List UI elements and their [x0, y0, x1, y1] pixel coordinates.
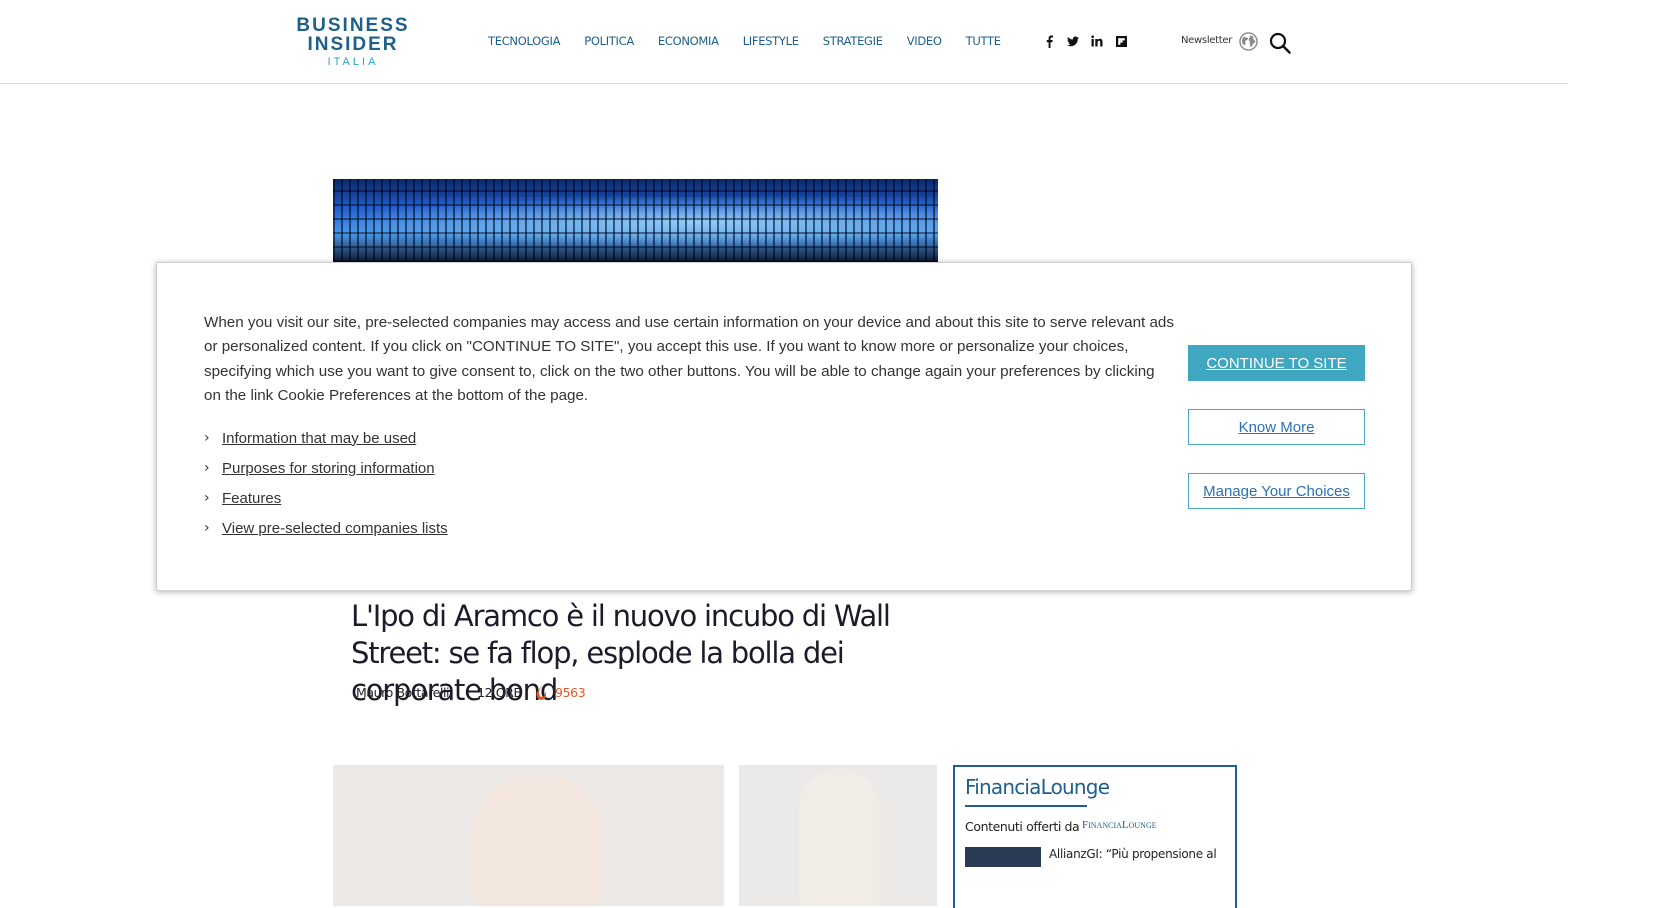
article-hero-image[interactable] [333, 179, 938, 262]
article-views: 9563 [555, 684, 586, 700]
chevron-right-icon: › [204, 430, 210, 446]
twitter-icon[interactable] [1067, 34, 1079, 48]
link-information-used[interactable]: Information that may be used [222, 430, 416, 447]
list-item[interactable]: › Information that may be used [204, 423, 448, 453]
related-article-card[interactable] [333, 765, 724, 906]
link-features[interactable]: Features [222, 490, 281, 507]
sponsored-box: FinanciaLounge Contenuti offerti da Fina… [953, 765, 1237, 908]
list-item[interactable]: › Features [204, 483, 448, 513]
article-author[interactable]: Mauro Bottarelli [356, 685, 450, 700]
social-links [1043, 34, 1127, 48]
manage-choices-button[interactable]: Manage Your Choices [1188, 473, 1365, 509]
link-companies-lists[interactable]: View pre-selected companies lists [222, 520, 448, 537]
logo-line-1: BUSINESS [296, 15, 410, 36]
chevron-right-icon: › [204, 490, 210, 506]
nav-item-tecnologia[interactable]: TECNOLOGIA [488, 34, 561, 48]
newsletter-link[interactable]: Newsletter [1181, 35, 1232, 46]
hero-led-grid [333, 179, 938, 262]
list-item[interactable]: › View pre-selected companies lists [204, 513, 448, 543]
related-article-card[interactable] [739, 765, 937, 906]
article-time: 12 ORE [477, 684, 522, 700]
flame-icon [536, 684, 547, 700]
nav-item-politica[interactable]: POLITICA [584, 34, 634, 48]
linkedin-icon[interactable] [1091, 34, 1103, 48]
consent-links: › Information that may be used › Purposes … [204, 423, 448, 543]
nav-item-lifestyle[interactable]: LIFESTYLE [743, 34, 799, 48]
globe-icon[interactable] [1239, 32, 1258, 51]
logo-line-2: INSIDER [307, 34, 399, 55]
card-image-person [799, 769, 879, 906]
link-purposes[interactable]: Purposes for storing information [222, 460, 435, 477]
cookie-consent-dialog: When you visit our site, pre-selected co… [156, 262, 1412, 591]
sponsored-thumbnail[interactable] [965, 847, 1041, 867]
card-image-person [473, 775, 603, 906]
nav-item-economia[interactable]: ECONOMIA [658, 34, 719, 48]
facebook-icon[interactable] [1043, 34, 1055, 48]
chevron-right-icon: › [204, 520, 210, 536]
know-more-button[interactable]: Know More [1188, 409, 1365, 445]
logo-line-3: ITALIA [327, 56, 379, 68]
main-nav: TECNOLOGIA POLITICA ECONOMIA LIFESTYLE S… [488, 34, 1001, 48]
flipboard-icon[interactable] [1115, 34, 1127, 48]
consent-description: When you visit our site, pre-selected co… [204, 314, 1174, 404]
sponsored-snippet[interactable]: AllianzGI: “Più propensione al [1049, 847, 1217, 861]
chevron-right-icon: › [204, 460, 210, 476]
site-header: BUSINESS INSIDER ITALIA TECNOLOGIA POLIT… [0, 0, 1568, 84]
search-icon[interactable] [1269, 32, 1291, 54]
sponsored-offered-by: Contenuti offerti da [965, 819, 1080, 834]
title-underline [965, 805, 1087, 807]
nav-item-video[interactable]: VIDEO [907, 34, 942, 48]
sponsor-logo[interactable]: FinanciaLounge [1082, 819, 1157, 831]
nav-item-strategie[interactable]: STRATEGIE [823, 34, 883, 48]
site-logo[interactable]: BUSINESS INSIDER ITALIA [296, 16, 410, 69]
nav-item-tutte[interactable]: TUTTE [966, 34, 1001, 48]
list-item[interactable]: › Purposes for storing information [204, 453, 448, 483]
sponsored-box-title[interactable]: FinanciaLounge [965, 775, 1110, 799]
continue-to-site-button[interactable]: CONTINUE TO SITE [1188, 345, 1365, 381]
article-meta: Mauro Bottarelli 12 ORE 9563 [356, 684, 586, 700]
